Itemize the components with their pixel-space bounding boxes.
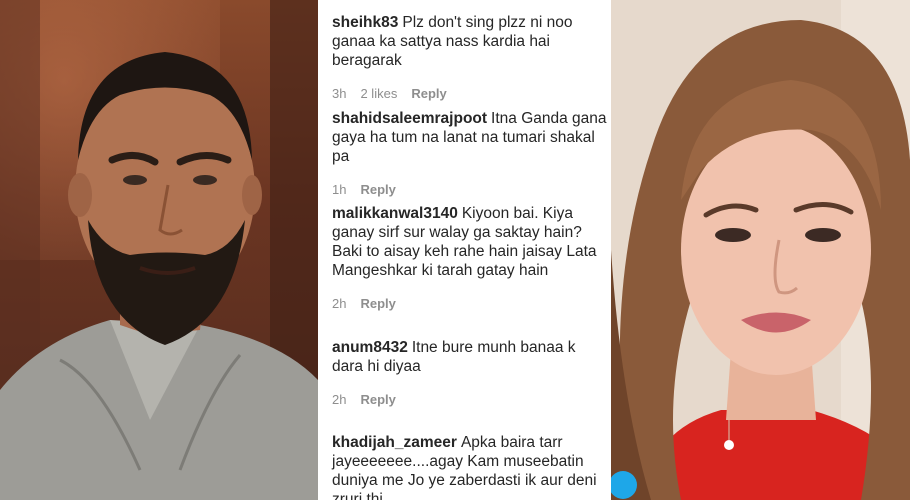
comment-text-block: khadijah_zameer Apka baira tarr jayeeeeee… — [332, 433, 607, 500]
comment-username[interactable]: anum8432 — [332, 339, 408, 356]
comment-item: sheihk83 Plz don't sing plzz ni noo ganaa… — [332, 13, 607, 102]
comment-meta: 2h Reply — [332, 294, 607, 312]
comment-item: anum8432 Itne bure munh banaa k dara hi d… — [332, 338, 607, 408]
comment-time: 2h — [332, 295, 347, 311]
comment-item: malikkanwal3140 Kiyoon bai. Kiya ganay si… — [332, 204, 607, 312]
reply-button[interactable]: Reply — [360, 392, 395, 407]
comments-panel: sheihk83 Plz don't sing plzz ni noo ganaa… — [318, 0, 611, 500]
comment-time: 1h — [332, 181, 347, 197]
comment-meta: 1h Reply — [332, 180, 607, 198]
man-portrait-image — [0, 0, 318, 500]
comment-username[interactable]: shahidsaleemrajpoot — [332, 110, 487, 127]
reply-button[interactable]: Reply — [360, 296, 395, 311]
right-photo — [611, 0, 910, 500]
comment-text-block: sheihk83 Plz don't sing plzz ni noo ganaa… — [332, 13, 607, 70]
comment-item: khadijah_zameer Apka baira tarr jayeeeeee… — [332, 433, 607, 500]
comment-meta: 2h Reply — [332, 390, 607, 408]
comment-username[interactable]: malikkanwal3140 — [332, 205, 458, 222]
comment-time: 3h — [332, 85, 347, 101]
comment-text-block: shahidsaleemrajpoot Itna Ganda gana gaya … — [332, 109, 607, 166]
woman-portrait-image — [611, 0, 910, 500]
comment-item: shahidsaleemrajpoot Itna Ganda gana gaya … — [332, 109, 607, 198]
left-photo — [0, 0, 318, 500]
reply-button[interactable]: Reply — [411, 86, 446, 101]
comment-text-block: malikkanwal3140 Kiyoon bai. Kiya ganay si… — [332, 204, 607, 280]
comment-meta: 3h 2 likes Reply — [332, 84, 607, 102]
comment-likes[interactable]: 2 likes — [360, 86, 397, 101]
comment-text-block: anum8432 Itne bure munh banaa k dara hi d… — [332, 338, 607, 376]
reply-button[interactable]: Reply — [360, 182, 395, 197]
comment-username[interactable]: khadijah_zameer — [332, 434, 457, 451]
comment-time: 2h — [332, 391, 347, 407]
comment-username[interactable]: sheihk83 — [332, 14, 398, 31]
